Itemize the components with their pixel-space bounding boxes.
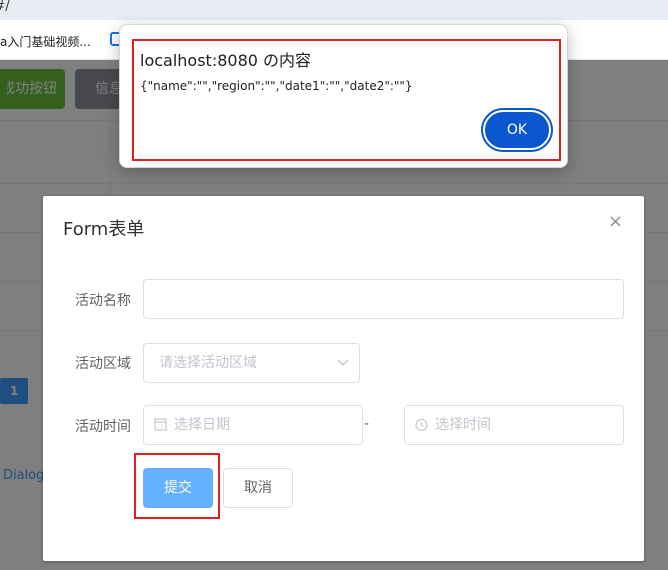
activity-time-label: 活动时间: [75, 419, 131, 435]
date-placeholder: 选择日期: [174, 417, 230, 433]
alert-dialog: localhost:8080 の内容 {"name":"","region":"…: [119, 24, 568, 168]
time-picker-input[interactable]: 选择时间: [404, 405, 624, 445]
range-separator: -: [364, 416, 370, 432]
clock-icon: [415, 406, 428, 460]
alert-highlight-box: [132, 39, 561, 161]
url-text: /#/: [0, 0, 10, 14]
address-bar[interactable]: /#/: [0, 0, 668, 20]
form-dialog: Form表单 × 活动名称 活动区域 请选择活动区域 活动时间 选择日期 - 选…: [43, 196, 644, 561]
activity-name-label: 活动名称: [75, 293, 131, 309]
region-placeholder: 请选择活动区域: [159, 355, 257, 371]
activity-name-input[interactable]: [143, 279, 624, 319]
date-picker-input[interactable]: 选择日期: [143, 405, 363, 445]
bookmark-item[interactable]: a入门基础视频...: [0, 33, 91, 50]
submit-highlight-box: [134, 453, 220, 519]
close-icon[interactable]: ×: [608, 213, 623, 231]
activity-region-label: 活动区域: [75, 356, 131, 372]
dialog-title: Form表单: [63, 219, 145, 240]
cancel-button[interactable]: 取消: [223, 468, 293, 508]
chevron-down-icon: [337, 344, 349, 398]
activity-region-select[interactable]: 请选择活动区域: [143, 343, 360, 383]
calendar-icon: [154, 406, 167, 460]
time-placeholder: 选择时间: [435, 417, 491, 433]
